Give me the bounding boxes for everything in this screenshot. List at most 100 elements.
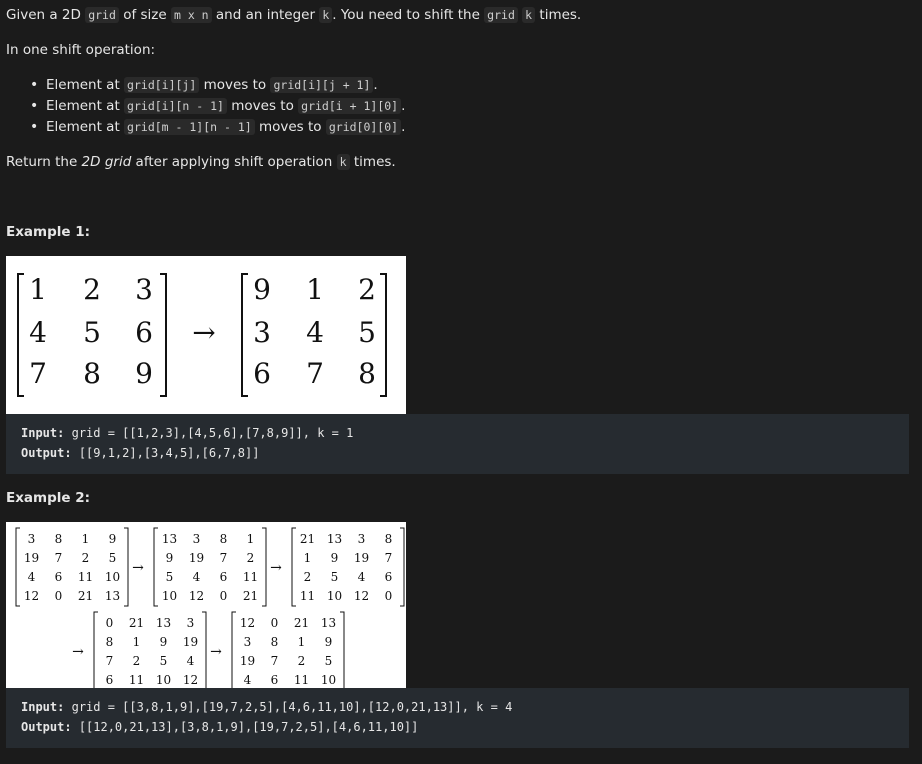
- code-grid: grid: [484, 7, 518, 23]
- rule-text: Element at: [46, 77, 125, 93]
- matrix-cell: 3: [193, 532, 201, 546]
- matrix-cell: 19: [24, 551, 39, 565]
- matrix-cell: 21: [78, 589, 93, 603]
- intro-text: and an integer: [211, 7, 320, 23]
- matrix-cell: 7: [385, 551, 393, 565]
- list-item: Element at grid[i][j] moves to grid[i][j…: [30, 76, 405, 97]
- matrix-cell: 11: [300, 589, 315, 603]
- matrix-cell: 7: [106, 654, 114, 668]
- rule-text: moves to: [254, 119, 326, 135]
- matrix-cell: 5: [83, 316, 101, 349]
- matrix-cell: 13: [105, 589, 120, 603]
- rule-text: Element at: [46, 98, 125, 114]
- matrix-cell: 10: [327, 589, 342, 603]
- matrix-cell: 12: [183, 673, 198, 687]
- matrix-cell: 3: [187, 616, 195, 630]
- matrix-cell: 13: [162, 532, 177, 546]
- bracket-left: [231, 611, 236, 691]
- matrix-cell: 9: [331, 551, 339, 565]
- matrix-cell: 19: [354, 551, 369, 565]
- matrix-cell: 5: [358, 316, 376, 349]
- code-k: k: [522, 7, 536, 23]
- matrix-cell: 19: [189, 551, 204, 565]
- matrix-cell: 1: [247, 532, 255, 546]
- output-value: [[9,1,2],[3,4,5],[6,7,8]]: [78, 446, 260, 460]
- matrix-cell: 12: [240, 616, 255, 630]
- bracket-right: [400, 527, 405, 607]
- matrix-cell: 9: [325, 635, 333, 649]
- matrix-cell: 11: [129, 673, 144, 687]
- matrix-cell: 1: [133, 635, 141, 649]
- matrix-cell: 7: [220, 551, 228, 565]
- example-1-heading: Example 1:: [6, 224, 91, 240]
- matrix-cell: 7: [29, 357, 47, 390]
- matrix-cell: 4: [29, 316, 47, 349]
- arrow-icon: →: [270, 560, 282, 576]
- rule-text: .: [401, 119, 406, 135]
- matrix-cell: 5: [160, 654, 168, 668]
- matrix-cell: 6: [106, 673, 114, 687]
- matrix-cell: 0: [220, 589, 228, 603]
- matrix-cell: 2: [304, 570, 312, 584]
- matrix-cell: 13: [321, 616, 336, 630]
- code-k: k: [336, 154, 350, 170]
- example-2-output: Output: [[12,0,21,13],[3,8,1,9],[19,7,2,…: [21, 720, 418, 734]
- input-label: Input:: [21, 426, 65, 440]
- matrix-cell: 4: [306, 316, 324, 349]
- matrix-cell: 10: [105, 570, 120, 584]
- matrix-cell: 11: [243, 570, 258, 584]
- return-text: times.: [349, 154, 396, 170]
- example-1-diagram: 1 2 3 4 5 6 7 8 9 → 9 1 2 3 4 5 6 7 8: [17, 273, 387, 397]
- matrix-cell: 9: [135, 357, 153, 390]
- example-2-io: Input: grid = [[3,8,1,9],[19,7,2,5],[4,6…: [6, 688, 909, 748]
- bracket-right: [380, 273, 387, 397]
- matrix-cell: 3: [244, 635, 252, 649]
- matrix-cell: 1: [29, 273, 47, 306]
- matrix-cell: 8: [271, 635, 279, 649]
- matrix-cell: 6: [55, 570, 63, 584]
- matrix-cell: 5: [166, 570, 174, 584]
- example-1-output: Output: [[9,1,2],[3,4,5],[6,7,8]]: [21, 446, 259, 460]
- input-label: Input:: [21, 700, 65, 714]
- rule-text: Element at: [46, 119, 125, 135]
- matrix-cell: 2: [82, 551, 90, 565]
- matrix-cell: 21: [243, 589, 258, 603]
- matrix-cell: 6: [271, 673, 279, 687]
- matrix-cell: 10: [156, 673, 171, 687]
- matrix-cell: 4: [244, 673, 252, 687]
- return-paragraph: Return the 2D grid after applying shift …: [6, 154, 396, 170]
- matrix-cell: 21: [129, 616, 144, 630]
- matrix-cell: 8: [106, 635, 114, 649]
- matrix-cell: 12: [24, 589, 39, 603]
- matrix-cell: 12: [189, 589, 204, 603]
- matrix-cell: 2: [298, 654, 306, 668]
- matrix-cell: 3: [358, 532, 366, 546]
- return-text: Return the: [6, 154, 82, 170]
- arrow-icon: →: [132, 560, 144, 576]
- code-expr: grid[i][n - 1]: [124, 98, 227, 114]
- bracket-right: [160, 273, 167, 397]
- matrix-cell: 7: [271, 654, 279, 668]
- code-grid: grid: [85, 7, 119, 23]
- matrix-cell: 8: [83, 357, 101, 390]
- input-value: grid = [[3,8,1,9],[19,7,2,5],[4,6,11,10]…: [71, 700, 513, 714]
- matrix-cell: 5: [325, 654, 333, 668]
- input-value: grid = [[1,2,3],[4,5,6],[7,8,9]], k = 1: [71, 426, 354, 440]
- example-2-heading: Example 2:: [6, 490, 91, 506]
- matrix-cell: 4: [193, 570, 201, 584]
- matrix-cell: 13: [327, 532, 342, 546]
- matrix-cell: 21: [300, 532, 315, 546]
- matrix-cell: 19: [183, 635, 198, 649]
- bracket-right: [262, 527, 267, 607]
- matrix-cell: 6: [135, 316, 153, 349]
- matrix-cell: 5: [109, 551, 117, 565]
- rule-text: moves to: [199, 77, 271, 93]
- matrix-cell: 8: [220, 532, 228, 546]
- code-expr: grid[m - 1][n - 1]: [124, 119, 255, 135]
- example-1-input: Input: grid = [[1,2,3],[4,5,6],[7,8,9]],…: [21, 426, 353, 440]
- code-expr: grid[i][j]: [124, 77, 200, 93]
- matrix-cell: 12: [354, 589, 369, 603]
- matrix-cell: 3: [135, 273, 153, 306]
- intro-text: Given a 2D: [6, 7, 86, 23]
- matrix-cell: 6: [220, 570, 228, 584]
